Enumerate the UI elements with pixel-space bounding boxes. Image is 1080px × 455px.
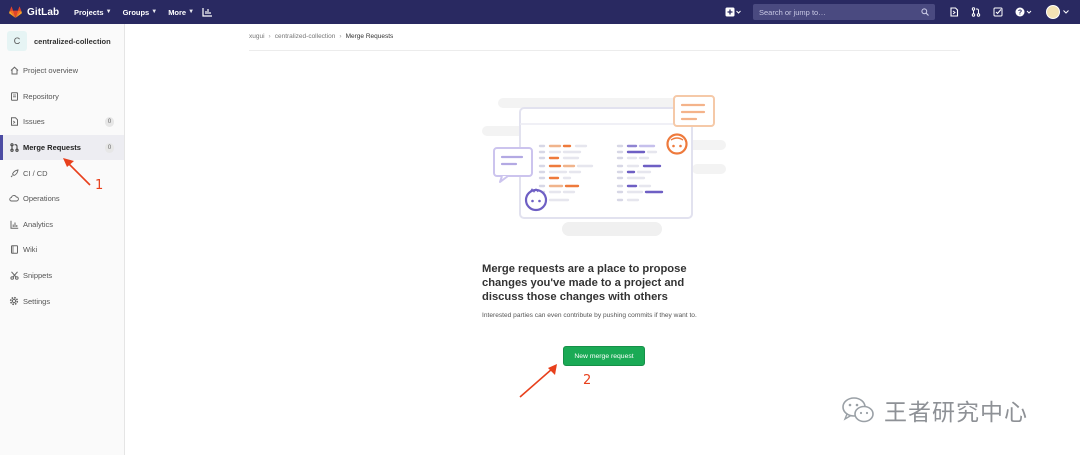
issues-nav-icon[interactable]	[949, 7, 959, 17]
top-navbar: GitLab Projects▼ Groups▼ More▼ ?	[0, 0, 1080, 24]
merge-requests-count-badge: 0	[105, 142, 114, 153]
chart-icon	[9, 219, 19, 229]
gear-icon	[9, 296, 19, 306]
nav-groups[interactable]: Groups ▼	[123, 8, 158, 17]
sidebar-item-label: Wiki	[23, 245, 38, 255]
todos-icon[interactable]	[993, 7, 1003, 17]
sidebar-item-label: Repository	[23, 91, 59, 101]
annotation-step-2: 2	[583, 373, 592, 388]
search-input[interactable]	[759, 7, 909, 17]
cloud-icon	[9, 194, 19, 204]
breadcrumb-project[interactable]: centralized-collection	[275, 33, 336, 40]
sidebar-item-label: Project overview	[23, 66, 79, 76]
chevron-down-icon: ▼	[188, 9, 195, 15]
empty-state-description: Interested parties can even contribute b…	[482, 312, 697, 319]
sidebar-item-repository[interactable]: Repository	[0, 84, 124, 110]
nav-groups-label: Groups	[122, 7, 150, 17]
sidebar-item-label: Settings	[23, 296, 51, 306]
nav-projects-label: Projects	[74, 7, 104, 17]
nav-more[interactable]: More ▼	[168, 8, 194, 17]
project-header[interactable]: C centralized-collection	[0, 24, 124, 58]
help-icon[interactable]: ?	[1015, 7, 1032, 17]
rocket-icon	[9, 168, 19, 178]
breadcrumb-user[interactable]: xugui	[249, 33, 265, 40]
nav-more-label: More	[168, 7, 187, 17]
topbar-right: ?	[719, 0, 1080, 24]
sidebar-item-label: Merge Requests	[23, 143, 81, 153]
merge-requests-nav-icon[interactable]	[971, 7, 981, 17]
chevron-down-icon: ▼	[151, 9, 158, 15]
new-merge-request-button[interactable]: New merge request	[563, 346, 645, 366]
annotation-step-1: 1	[95, 178, 104, 193]
nav-projects[interactable]: Projects ▼	[74, 8, 112, 17]
annotation-arrow-2	[519, 364, 557, 398]
book-icon	[9, 245, 19, 255]
issues-icon	[9, 117, 19, 127]
watermark: 王者研究中心	[840, 393, 1028, 427]
svg-text:?: ?	[1018, 10, 1022, 17]
search-icon	[921, 8, 929, 16]
breadcrumb-current[interactable]: Merge Requests	[346, 33, 394, 40]
gitlab-logo[interactable]: GitLab	[9, 5, 69, 19]
plus-square-icon[interactable]	[725, 7, 741, 17]
sidebar-item-snippets[interactable]: Snippets	[0, 263, 124, 289]
merge-request-icon	[9, 143, 19, 153]
project-name: centralized-collection	[34, 36, 111, 46]
sidebar-item-issues[interactable]: Issues 0	[0, 109, 124, 135]
sidebar-item-label: Issues	[23, 117, 45, 127]
avatar-chevron-down-icon[interactable]	[1063, 10, 1069, 14]
wechat-icon	[842, 397, 874, 423]
sidebar-item-analytics[interactable]: Analytics	[0, 212, 124, 238]
empty-state-title: Merge requests are a place to propose ch…	[482, 263, 687, 303]
breadcrumb-separator-icon: ›	[268, 33, 271, 40]
sidebar-item-label: Snippets	[23, 271, 53, 281]
sidebar-item-operations[interactable]: Operations	[0, 186, 124, 212]
watermark-text: 王者研究中心	[884, 400, 1028, 426]
issues-count-badge: 0	[105, 117, 114, 128]
breadcrumb: xugui › centralized-collection › Merge R…	[249, 33, 393, 40]
sidebar-item-label: CI / CD	[23, 168, 48, 178]
search-box[interactable]	[753, 4, 935, 20]
user-avatar[interactable]	[1046, 5, 1060, 19]
sidebar-item-ci-cd[interactable]: CI / CD	[0, 160, 124, 186]
sidebar-item-merge-requests[interactable]: Merge Requests 0	[0, 134, 124, 161]
tanuki-icon	[9, 5, 22, 18]
breadcrumb-separator-icon: ›	[339, 33, 342, 40]
breadcrumb-divider	[249, 50, 960, 51]
merge-requests-illustration	[482, 95, 726, 236]
sidebar-item-settings[interactable]: Settings	[0, 288, 124, 314]
doc-icon	[9, 91, 19, 101]
brand-name: GitLab	[27, 6, 60, 18]
project-avatar: C	[7, 31, 27, 51]
activity-chart-icon[interactable]	[200, 5, 214, 19]
home-icon	[9, 66, 19, 76]
sidebar-item-project-overview[interactable]: Project overview	[0, 58, 124, 84]
sidebar-item-wiki[interactable]: Wiki	[0, 237, 124, 263]
sidebar-item-label: Analytics	[23, 219, 54, 229]
chevron-down-icon: ▼	[105, 9, 112, 15]
scissors-icon	[9, 271, 19, 281]
sidebar-item-label: Operations	[23, 194, 60, 204]
project-sidebar: C centralized-collection Project overvie…	[0, 24, 125, 455]
